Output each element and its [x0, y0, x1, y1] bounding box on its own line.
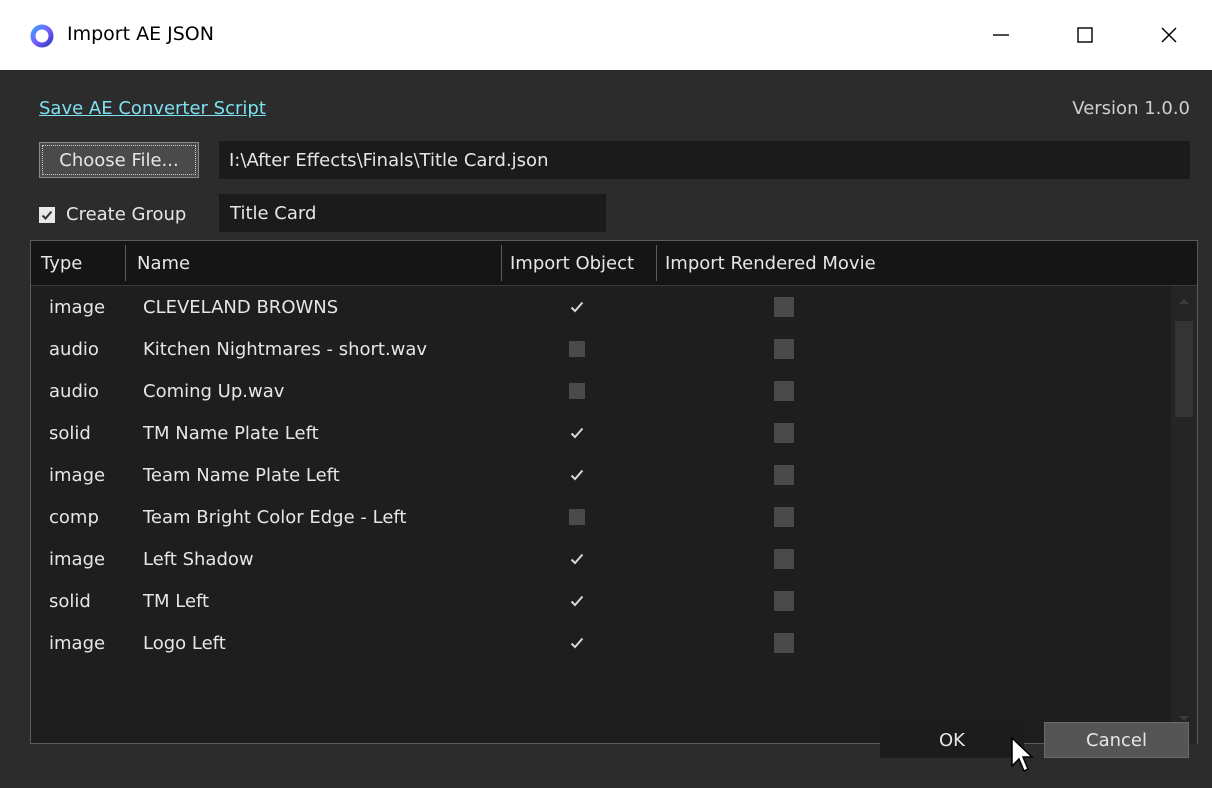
unchecked-box-icon [774, 549, 794, 569]
app-logo-icon [30, 24, 54, 48]
table-header: Type Name Import Object Import Rendered … [31, 241, 1197, 286]
cancel-button[interactable]: Cancel [1044, 722, 1189, 758]
unchecked-box-icon [569, 509, 585, 525]
row-name: Logo Left [143, 632, 226, 654]
checkmark-icon [570, 301, 584, 313]
import-movie-checkbox[interactable] [774, 622, 794, 664]
unchecked-box-icon [569, 341, 585, 357]
import-movie-checkbox[interactable] [774, 286, 794, 328]
table-row[interactable]: image Logo Left [31, 622, 1165, 664]
import-movie-checkbox[interactable] [774, 328, 794, 370]
create-group-label: Create Group [66, 204, 187, 225]
close-icon [1161, 27, 1177, 43]
checkmark-icon [570, 427, 584, 439]
unchecked-box-icon [774, 423, 794, 443]
row-type: solid [49, 590, 91, 612]
row-name: Coming Up.wav [143, 380, 285, 402]
unchecked-box-icon [774, 297, 794, 317]
scroll-up-arrow-icon[interactable] [1171, 296, 1197, 316]
import-object-checkbox[interactable] [569, 328, 585, 370]
unchecked-box-icon [774, 591, 794, 611]
column-header-import-rendered-movie[interactable]: Import Rendered Movie [655, 241, 955, 285]
row-type: image [49, 464, 106, 486]
row-name: CLEVELAND BROWNS [143, 296, 339, 318]
file-path-field[interactable]: I:\After Effects\Finals\Title Card.json [219, 141, 1190, 179]
import-movie-checkbox[interactable] [774, 454, 794, 496]
column-header-import-object[interactable]: Import Object [500, 241, 656, 285]
layers-table: Type Name Import Object Import Rendered … [30, 240, 1198, 744]
minimize-button[interactable] [961, 0, 1041, 70]
row-type: audio [49, 338, 99, 360]
create-group-checkbox[interactable]: Create Group [39, 204, 186, 225]
import-movie-checkbox[interactable] [774, 580, 794, 622]
row-type: image [49, 632, 106, 654]
row-type: audio [49, 380, 99, 402]
row-name: Kitchen Nightmares - short.wav [143, 338, 428, 360]
checkmark-icon [570, 553, 584, 565]
title-bar: Import AE JSON [0, 0, 1212, 70]
window-title: Import AE JSON [67, 23, 214, 45]
table-body: image CLEVELAND BROWNS audio Kitchen Nightm… [31, 286, 1165, 744]
choose-file-button[interactable]: Choose File... [39, 142, 199, 178]
import-object-checkbox[interactable] [569, 286, 585, 328]
row-name: Team Name Plate Left [143, 464, 340, 486]
row-type: image [49, 296, 106, 318]
import-movie-checkbox[interactable] [774, 412, 794, 454]
import-object-checkbox[interactable] [569, 538, 585, 580]
unchecked-box-icon [774, 465, 794, 485]
ok-button[interactable]: OK [880, 722, 1024, 758]
save-converter-script-link[interactable]: Save AE Converter Script [39, 98, 266, 119]
group-name-field[interactable]: Title Card [219, 194, 606, 232]
table-row[interactable]: image Team Name Plate Left [31, 454, 1165, 496]
import-object-checkbox[interactable] [569, 496, 585, 538]
unchecked-box-icon [774, 339, 794, 359]
maximize-icon [1077, 27, 1093, 43]
import-object-checkbox[interactable] [569, 370, 585, 412]
close-button[interactable] [1129, 0, 1209, 70]
row-name: Left Shadow [143, 548, 254, 570]
scrollbar-thumb[interactable] [1175, 321, 1193, 417]
import-object-checkbox[interactable] [569, 580, 585, 622]
table-row[interactable]: image Left Shadow [31, 538, 1165, 580]
mouse-pointer-icon [1011, 736, 1034, 773]
import-movie-checkbox[interactable] [774, 370, 794, 412]
checkmark-icon [570, 637, 584, 649]
unchecked-box-icon [774, 381, 794, 401]
dialog-body: Save AE Converter Script Version 1.0.0 C… [0, 70, 1212, 788]
import-object-checkbox[interactable] [569, 412, 585, 454]
version-label: Version 1.0.0 [1072, 98, 1190, 119]
column-header-type[interactable]: Type [31, 241, 123, 285]
table-row[interactable]: solid TM Left [31, 580, 1165, 622]
table-row[interactable]: audio Coming Up.wav [31, 370, 1165, 412]
table-row[interactable]: solid TM Name Plate Left [31, 412, 1165, 454]
import-object-checkbox[interactable] [569, 622, 585, 664]
row-name: TM Name Plate Left [143, 422, 319, 444]
unchecked-box-icon [774, 507, 794, 527]
row-type: image [49, 548, 106, 570]
maximize-button[interactable] [1045, 0, 1125, 70]
column-header-name[interactable]: Name [127, 241, 501, 285]
table-row[interactable]: image CLEVELAND BROWNS [31, 286, 1165, 328]
table-row[interactable]: audio Kitchen Nightmares - short.wav [31, 328, 1165, 370]
row-type: solid [49, 422, 91, 444]
import-movie-checkbox[interactable] [774, 496, 794, 538]
checkmark-icon [570, 469, 584, 481]
import-movie-checkbox[interactable] [774, 538, 794, 580]
checkmark-icon [570, 595, 584, 607]
vertical-scrollbar[interactable] [1171, 286, 1197, 744]
minimize-icon [993, 34, 1009, 36]
import-object-checkbox[interactable] [569, 454, 585, 496]
row-name: TM Left [143, 590, 210, 612]
table-row[interactable]: comp Team Bright Color Edge - Left [31, 496, 1165, 538]
checkbox-checked-icon[interactable] [39, 206, 55, 223]
row-name: Team Bright Color Edge - Left [143, 506, 407, 528]
unchecked-box-icon [774, 633, 794, 653]
unchecked-box-icon [569, 383, 585, 399]
row-type: comp [49, 506, 99, 528]
